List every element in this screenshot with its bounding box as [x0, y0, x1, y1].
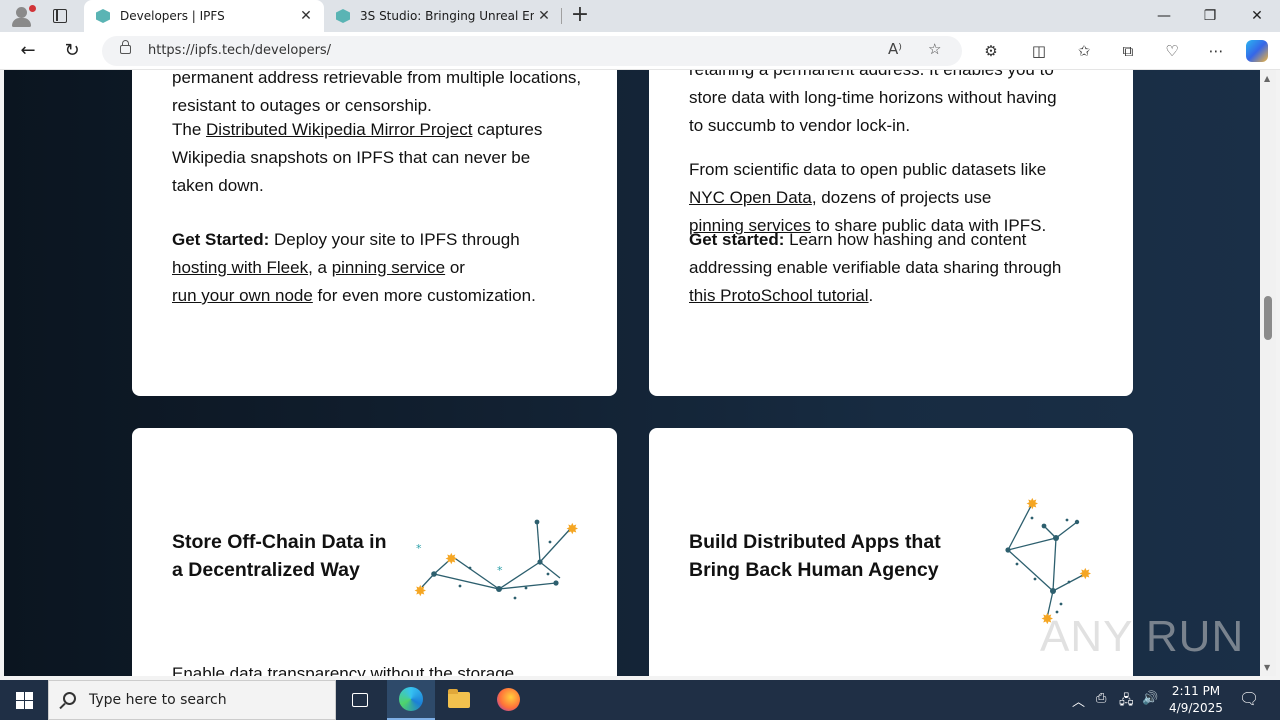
- network-icon[interactable]: 🖧: [1119, 691, 1134, 713]
- split-screen-icon[interactable]: ◫: [1025, 38, 1053, 64]
- windows-start-icon[interactable]: [0, 680, 48, 720]
- search-icon: [63, 692, 76, 705]
- svg-text:✸: ✸: [414, 582, 427, 600]
- svg-text:✸: ✸: [566, 520, 579, 538]
- close-window-icon[interactable]: ✕: [1234, 0, 1280, 32]
- url-text[interactable]: https://ipfs.tech/developers/: [148, 43, 331, 58]
- card-data-storage: retaining a permanent address. It enable…: [649, 70, 1133, 396]
- file-explorer-icon[interactable]: [435, 680, 483, 720]
- notifications-icon[interactable]: 🗨: [1239, 689, 1259, 708]
- wikipedia-mirror-link[interactable]: Distributed Wikipedia Mirror Project: [206, 120, 472, 139]
- ipfs-favicon-icon: [96, 9, 110, 23]
- hosting-with-fleek-link[interactable]: hosting with Fleek: [172, 258, 308, 277]
- tab-actions-icon[interactable]: [48, 6, 72, 26]
- site-favicon-icon: [336, 9, 350, 23]
- get-started-label: Get Started:: [172, 230, 270, 249]
- windows-taskbar: Type here to search ︿ ⎙ 🖧 🔊 2:11 PM 4/9/…: [0, 680, 1280, 720]
- card-paragraph: permanent address retrievable from multi…: [172, 70, 582, 115]
- taskbar-clock[interactable]: 2:11 PM 4/9/2025: [1164, 683, 1228, 717]
- address-bar[interactable]: https://ipfs.tech/developers/ A⁾ ☆: [102, 36, 962, 66]
- card-paragraph: Enable data transparency without the sto…: [172, 664, 515, 676]
- tab-developers-ipfs[interactable]: Developers | IPFS ✕: [84, 0, 324, 32]
- svg-text:*: *: [416, 542, 422, 555]
- back-arrow-icon[interactable]: ←: [13, 37, 43, 65]
- page-viewport: permanent address retrievable from multi…: [4, 70, 1260, 676]
- clock-date: 4/9/2025: [1169, 701, 1223, 715]
- tab-strip: Developers | IPFS ✕ 3S Studio: Bringing …: [0, 0, 1280, 32]
- constellation-illustration-icon: * * ✸ ✸ ✸: [414, 519, 579, 600]
- protoschool-tutorial-link[interactable]: this ProtoSchool tutorial: [689, 286, 869, 305]
- svg-text:*: *: [497, 564, 503, 577]
- scroll-up-icon[interactable]: ▲: [1264, 74, 1270, 83]
- restore-icon[interactable]: ❐: [1187, 0, 1233, 32]
- tab-close-icon[interactable]: ✕: [534, 8, 554, 24]
- volume-icon[interactable]: 🔊: [1142, 691, 1158, 706]
- get-started-paragraph: Get started: Learn how hashing and conte…: [689, 230, 1062, 305]
- taskbar-search-box[interactable]: Type here to search: [48, 680, 336, 720]
- favorite-star-icon[interactable]: ☆: [928, 40, 941, 58]
- device-icon[interactable]: ⎙: [1096, 691, 1106, 706]
- run-your-own-node-link[interactable]: run your own node: [172, 286, 313, 305]
- read-aloud-icon[interactable]: A⁾: [888, 40, 902, 58]
- firefox-icon[interactable]: [484, 680, 532, 720]
- card-paragraph: The Distributed Wikipedia Mirror Project…: [172, 120, 543, 195]
- page-scrollbar[interactable]: ▲ ▼: [1260, 70, 1276, 676]
- pinning-service-link[interactable]: pinning service: [332, 258, 445, 277]
- clock-time: 2:11 PM: [1171, 684, 1221, 698]
- task-view-icon[interactable]: [336, 680, 384, 720]
- card-heading: Store Off-Chain Data in a Decentralized …: [172, 531, 387, 581]
- tab-title: Developers | IPFS: [120, 9, 225, 23]
- card-off-chain-data: Store Off-Chain Data in a Decentralized …: [132, 428, 617, 676]
- get-started-label: Get started:: [689, 230, 785, 249]
- scrollbar-thumb[interactable]: [1264, 296, 1272, 340]
- extensions-icon[interactable]: ⚙: [977, 38, 1005, 64]
- get-started-paragraph: Get Started: Deploy your site to IPFS th…: [172, 230, 536, 305]
- anyrun-watermark: ANY RUN: [1040, 612, 1245, 661]
- show-hidden-icons-chevron-icon[interactable]: ︿: [1072, 691, 1085, 710]
- profile-avatar-icon[interactable]: [8, 4, 36, 28]
- refresh-icon[interactable]: ↻: [57, 37, 87, 65]
- favorites-icon[interactable]: ✩: [1070, 38, 1098, 64]
- search-placeholder: Type here to search: [89, 692, 227, 708]
- edge-taskbar-icon[interactable]: [387, 680, 435, 720]
- tab-close-icon[interactable]: ✕: [296, 8, 316, 24]
- card-websites: permanent address retrievable from multi…: [132, 70, 617, 396]
- scroll-down-icon[interactable]: ▼: [1264, 663, 1270, 672]
- constellation-illustration-icon: ✸✸✸: [1005, 495, 1092, 624]
- new-tab-plus-icon[interactable]: +: [568, 3, 592, 29]
- card-paragraph: retaining a permanent address. It enable…: [689, 70, 1057, 135]
- navigation-bar: ← ↻ https://ipfs.tech/developers/ A⁾ ☆ ⚙…: [0, 32, 1280, 70]
- svg-text:✸: ✸: [1026, 495, 1039, 513]
- collections-icon[interactable]: ⧉: [1114, 38, 1142, 64]
- svg-text:✸: ✸: [1079, 565, 1092, 583]
- tab-3s-studio[interactable]: 3S Studio: Bringing Unreal Engine ✕: [324, 0, 562, 32]
- lock-icon[interactable]: [120, 40, 131, 54]
- tab-title: 3S Studio: Bringing Unreal Engine: [360, 9, 534, 23]
- svg-text:✸: ✸: [445, 550, 458, 568]
- nyc-open-data-link[interactable]: NYC Open Data: [689, 188, 812, 207]
- browser-essentials-icon[interactable]: ♡: [1158, 38, 1186, 64]
- settings-more-icon[interactable]: ⋯: [1202, 38, 1230, 64]
- copilot-icon[interactable]: [1246, 40, 1268, 62]
- card-heading: Build Distributed Apps that Bring Back H…: [689, 531, 941, 581]
- minimize-icon[interactable]: —: [1141, 0, 1187, 32]
